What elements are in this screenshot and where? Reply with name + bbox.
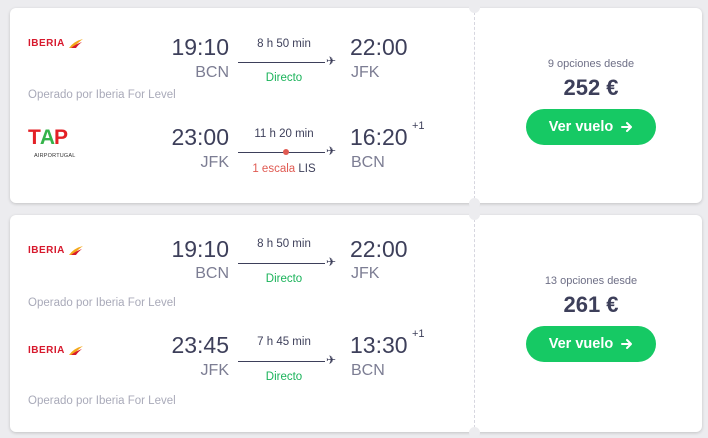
stops-label: Directo [265, 72, 303, 84]
iberia-wing-icon [68, 38, 83, 48]
flight-duration: 8 h 50 min [257, 238, 311, 250]
stops-label: Directo [265, 371, 303, 383]
departure-airport: BCN [195, 265, 229, 282]
iberia-logo: IBERIA [28, 345, 84, 356]
next-day-indicator: +1 [412, 120, 425, 132]
card-notch [469, 209, 480, 220]
departure-time: 23:45 [171, 332, 229, 358]
options-count: 13 opciones desde [544, 275, 638, 287]
price: 252 € [563, 75, 619, 100]
stops-label: Directo [265, 273, 303, 285]
outbound-leg: IBERIA 19:10 BCN 8 h 50 min ✈ Directo 22… [10, 20, 474, 84]
flight-duration: 7 h 45 min [257, 336, 311, 348]
price-panel: 9 opciones desde 252 € Ver vuelo [480, 58, 702, 145]
operated-by: Operado por Iberia For Level [28, 89, 176, 101]
price-panel: 13 opciones desde 261 € Ver vuelo [480, 275, 702, 362]
plane-icon: ✈ [326, 353, 337, 367]
next-day-indicator: +1 [412, 328, 425, 340]
view-flight-button[interactable]: Ver vuelo [526, 109, 656, 145]
arrival-airport: JFK [351, 265, 380, 282]
route-line [238, 361, 325, 362]
plane-icon: ✈ [326, 255, 337, 269]
departure-airport: JFK [200, 362, 229, 379]
card-notch [469, 198, 480, 209]
arrow-right-icon [621, 339, 633, 349]
arrival-airport: BCN [351, 154, 385, 171]
return-leg: IBERIA 23:45 JFK 7 h 45 min ✈ Directo 13… [10, 325, 474, 385]
card-notch [469, 2, 480, 13]
arrival-airport: JFK [351, 64, 380, 81]
arrival-time: 22:00 [350, 34, 408, 60]
arrival-airport: BCN [351, 362, 385, 379]
card-notch [469, 427, 480, 438]
departure-airport: BCN [195, 64, 229, 81]
view-flight-button[interactable]: Ver vuelo [526, 326, 656, 362]
tap-logo: TAP AIRPORTUGAL [28, 126, 92, 166]
airline-name: IBERIA [28, 245, 65, 256]
arrival-time: 16:20 [350, 124, 408, 150]
price: 261 € [563, 292, 619, 317]
route-line [238, 62, 325, 63]
departure-airport: JFK [200, 154, 229, 171]
airline-subname: AIRPORTUGAL [34, 153, 76, 159]
options-count: 9 opciones desde [547, 58, 635, 70]
departure-time: 19:10 [171, 34, 229, 60]
flight-duration: 11 h 20 min [254, 128, 314, 140]
stops-count: 1 escala [252, 163, 296, 175]
card-divider [474, 219, 475, 428]
outbound-leg: IBERIA 19:10 BCN 8 h 50 min ✈ Directo 22… [10, 227, 474, 287]
airline-name: IBERIA [28, 38, 65, 49]
plane-icon: ✈ [326, 144, 337, 158]
airline-name: TAP [28, 126, 68, 149]
iberia-logo: IBERIA [28, 38, 84, 49]
iberia-logo: IBERIA [28, 245, 84, 256]
departure-time: 19:10 [171, 236, 229, 262]
route-line [238, 263, 325, 264]
airline-name: IBERIA [28, 345, 65, 356]
card-divider [474, 12, 475, 199]
button-label: Ver vuelo [548, 119, 614, 135]
arrival-time: 22:00 [350, 236, 408, 262]
iberia-wing-icon [68, 345, 83, 355]
flight-duration: 8 h 50 min [257, 38, 311, 50]
departure-time: 23:00 [171, 124, 229, 150]
stop-airport: LIS [298, 163, 316, 175]
button-label: Ver vuelo [548, 336, 614, 352]
plane-icon: ✈ [326, 54, 337, 68]
operated-by: Operado por Iberia For Level [28, 395, 176, 407]
operated-by: Operado por Iberia For Level [28, 297, 176, 309]
stop-dot [283, 149, 289, 155]
iberia-wing-icon [68, 245, 83, 255]
route-line [238, 152, 325, 153]
flight-result-card[interactable]: IBERIA 19:10 BCN 8 h 50 min ✈ Directo 22… [10, 209, 702, 438]
arrow-right-icon [621, 122, 633, 132]
stops-label: 1 escala LIS [238, 163, 330, 175]
arrival-time: 13:30 [350, 332, 408, 358]
return-leg: TAP AIRPORTUGAL 23:00 JFK 11 h 20 min ✈ … [10, 118, 474, 178]
flight-result-card[interactable]: IBERIA 19:10 BCN 8 h 50 min ✈ Directo 22… [10, 2, 702, 209]
